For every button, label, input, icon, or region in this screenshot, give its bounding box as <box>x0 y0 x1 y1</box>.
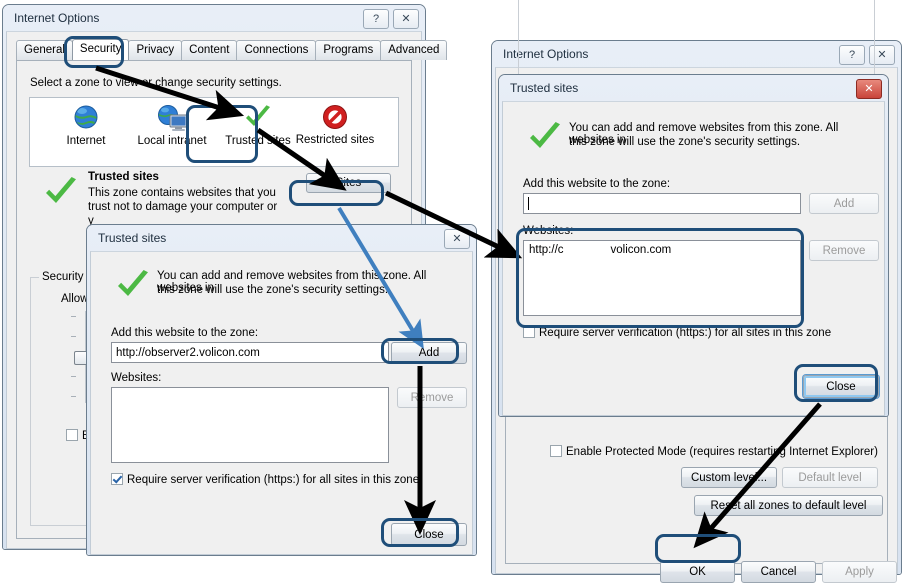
middle-dialog-check-icon-wrap <box>113 267 153 308</box>
right-require-verification-row[interactable]: Require server verification (https:) for… <box>523 326 831 339</box>
close-icon[interactable]: ✕ <box>444 229 470 249</box>
globe-monitor-icon <box>158 105 188 131</box>
right-remove-button[interactable]: Remove <box>809 240 879 261</box>
close-icon[interactable]: ✕ <box>856 79 882 99</box>
middle-remove-button[interactable]: Remove <box>397 387 467 408</box>
right-trusted-dialog-title: Trusted sites <box>510 81 579 95</box>
zone-item-internet[interactable]: Internet <box>48 103 124 147</box>
tab-content[interactable]: Content <box>181 40 238 60</box>
zone-selector-box: Internet Local intranet Trusted sites Re… <box>29 97 399 167</box>
zone-item-trusted-sites[interactable]: Trusted sites <box>218 103 298 147</box>
enable-protected-mode-checkbox[interactable] <box>66 429 78 441</box>
green-check-icon <box>530 122 560 148</box>
globe-icon <box>74 105 98 129</box>
right-trusted-dialog-frame: Trusted sites ✕ You can add and remove w… <box>499 75 888 416</box>
middle-dialog-title: Trusted sites <box>98 231 167 245</box>
middle-dialog-titlebar: Trusted sites ✕ <box>87 225 476 251</box>
middle-dialog-titlebar-buttons: ✕ <box>444 229 470 249</box>
zone-detail-name: Trusted sites <box>88 171 159 183</box>
zone-label-restricted-sites: Restricted sites <box>295 134 375 146</box>
website-url-prefix: http://c <box>529 244 564 256</box>
text-caret <box>528 197 529 210</box>
left-tab-strip: General Security Privacy Content Connect… <box>16 39 448 60</box>
left-window-titlebar-buttons: ? ✕ <box>363 9 419 29</box>
middle-add-website-label: Add this website to the zone: <box>111 327 259 339</box>
middle-dialog-body: You can add and remove websites from thi… <box>90 251 473 555</box>
zone-detail-check-icon-wrap <box>41 173 81 216</box>
zone-detail-description-line2: trust not to damage your computer or <box>88 201 278 213</box>
slider-tick <box>71 336 76 337</box>
middle-trusted-sites-dialog: Trusted sites ✕ You can add and remove w… <box>86 224 477 556</box>
middle-close-button[interactable]: Close <box>391 523 467 546</box>
right-websites-label: Websites: <box>523 225 574 237</box>
middle-require-verification-checkbox[interactable] <box>111 473 123 485</box>
zone-detail-description-line1: This zone contains websites that you <box>88 187 276 199</box>
sites-button[interactable]: Sites <box>306 173 391 193</box>
middle-add-website-input[interactable]: http://observer2.volicon.com <box>111 342 389 363</box>
help-icon[interactable]: ? <box>363 9 389 29</box>
right-require-verification-checkbox[interactable] <box>523 326 535 338</box>
red-no-entry-icon <box>323 105 347 129</box>
middle-info-line2: this zone will use the zone's security s… <box>157 284 389 296</box>
list-item[interactable]: http://c volicon.com <box>529 244 795 256</box>
right-protected-mode-row[interactable]: Enable Protected Mode (requires restarti… <box>550 445 878 458</box>
tab-advanced[interactable]: Advanced <box>380 40 448 60</box>
right-trusted-dialog-body: You can add and remove websites from thi… <box>502 101 885 416</box>
security-level-legend: Security l <box>39 271 93 283</box>
middle-websites-listbox[interactable] <box>111 387 389 463</box>
tab-connections[interactable]: Connections <box>236 40 317 60</box>
close-icon[interactable]: ✕ <box>393 9 419 29</box>
right-add-button[interactable]: Add <box>809 193 879 214</box>
left-window-titlebar: Internet Options ? ✕ <box>3 5 425 31</box>
website-url-suffix: volicon.com <box>610 244 672 256</box>
right-add-website-input[interactable] <box>523 193 801 214</box>
tab-programs[interactable]: Programs <box>315 40 382 60</box>
zone-label-local-intranet: Local intranet <box>137 135 207 147</box>
green-check-icon <box>246 105 270 126</box>
right-trusted-sites-dialog: Trusted sites ✕ You can add and remove w… <box>498 74 889 417</box>
right-dialog-info-line2: this zone will use the zone's security s… <box>569 136 801 148</box>
zone-item-local-intranet[interactable]: Local intranet <box>126 103 218 147</box>
tab-security[interactable]: Security <box>71 39 130 60</box>
right-trusted-dialog-titlebar: Trusted sites ✕ <box>499 75 888 101</box>
right-close-button[interactable]: Close <box>803 375 879 398</box>
zone-item-restricted-sites[interactable]: Restricted sites <box>295 103 375 146</box>
zone-prompt-label: Select a zone to view or change security… <box>30 77 282 89</box>
green-check-icon <box>46 177 76 203</box>
left-window-title: Internet Options <box>14 11 100 25</box>
middle-dialog-frame: Trusted sites ✕ You can add and remove w… <box>87 225 476 555</box>
cancel-button[interactable]: Cancel <box>741 561 816 583</box>
right-dialog-check-icon-wrap <box>525 119 565 160</box>
slider-tick <box>71 396 76 397</box>
custom-level-button[interactable]: Custom level... <box>681 467 777 488</box>
middle-add-button[interactable]: Add <box>391 342 467 364</box>
tab-privacy[interactable]: Privacy <box>128 40 183 60</box>
right-trusted-dialog-titlebar-buttons: ✕ <box>856 79 882 99</box>
tab-general[interactable]: General <box>16 40 73 60</box>
apply-button[interactable]: Apply <box>822 561 897 583</box>
reset-all-zones-button[interactable]: Reset all zones to default level <box>694 495 883 516</box>
ok-button[interactable]: OK <box>660 561 735 583</box>
middle-require-verification-label: Require server verification (https:) for… <box>127 474 420 486</box>
slider-tick <box>71 316 76 317</box>
green-check-icon <box>118 270 148 296</box>
middle-require-verification-row[interactable]: Require server verification (https:) for… <box>111 473 419 486</box>
zone-label-internet: Internet <box>66 135 106 147</box>
right-require-verification-label: Require server verification (https:) for… <box>539 327 832 339</box>
right-enable-protected-mode-checkbox[interactable] <box>550 445 562 457</box>
middle-add-website-value: http://observer2.volicon.com <box>116 346 260 359</box>
right-websites-listbox[interactable]: http://c volicon.com <box>523 240 801 316</box>
default-level-button[interactable]: Default level <box>782 467 878 488</box>
middle-websites-label: Websites: <box>111 372 162 384</box>
right-add-website-label: Add this website to the zone: <box>523 178 671 190</box>
slider-tick <box>71 376 76 377</box>
right-enable-protected-mode-label: Enable Protected Mode (requires restarti… <box>566 446 878 458</box>
zone-label-trusted-sites: Trusted sites <box>225 135 291 147</box>
